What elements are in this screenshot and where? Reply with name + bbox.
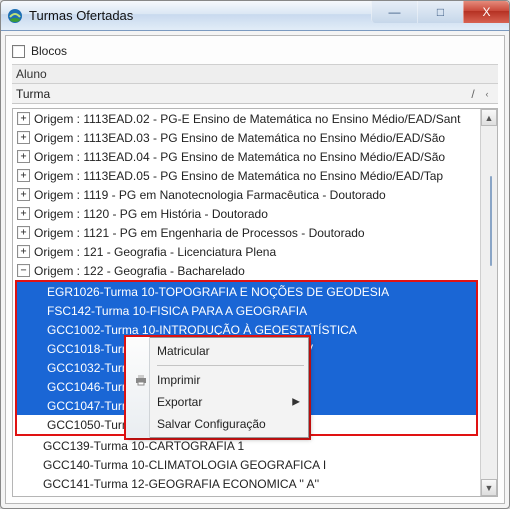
row-text: Origem : 1113EAD.02 - PG-E Ensino de Mat… (34, 112, 460, 126)
row-text: GCC141-Turma 12-GEOGRAFIA ECONOMICA '' A… (43, 477, 319, 491)
row-text: GCC140-Turma 10-CLIMATOLOGIA GEOGRAFICA … (43, 458, 326, 472)
expand-icon[interactable]: + (17, 245, 30, 258)
course-row-selected[interactable]: EGR1026-Turma 10-TOPOGRAFIA E NOÇÕES DE … (17, 282, 476, 301)
menu-item-imprimir[interactable]: Imprimir (129, 369, 306, 391)
column-narrower-icon: ‹ (480, 89, 494, 99)
title-bar[interactable]: Turmas Ofertadas — □ X (1, 1, 509, 31)
row-text: GCC139-Turma 10-CARTOGRAFIA 1 (43, 439, 244, 453)
printer-icon (133, 372, 149, 388)
row-text: Origem : 1113EAD.05 - PG Ensino de Matem… (34, 169, 443, 183)
tree-row-origem[interactable]: + Origem : 1113EAD.02 - PG-E Ensino de M… (13, 109, 480, 128)
row-text: EGR1026-Turma 10-TOPOGRAFIA E NOÇÕES DE … (47, 285, 389, 299)
course-row[interactable]: GCC141-Turma 12-GEOGRAFIA ECONOMICA '' A… (13, 474, 480, 493)
column-turma-label: Turma (16, 87, 466, 101)
context-menu: Matricular Imprimir Exportar ▶ Salvar Co… (126, 337, 309, 438)
window-buttons: — □ X (371, 1, 509, 23)
app-icon (7, 8, 23, 24)
window-root: Turmas Ofertadas — □ X Blocos Aluno Turm… (0, 0, 510, 509)
tree-row-origem[interactable]: + Origem : 1120 - PG em História - Douto… (13, 204, 480, 223)
row-text: Origem : 1119 - PG em Nanotecnologia Far… (34, 188, 386, 202)
tree-row-origem[interactable]: + Origem : 1113EAD.03 - PG Ensino de Mat… (13, 128, 480, 147)
menu-item-label: Imprimir (157, 373, 200, 387)
tree-row-origem-expanded[interactable]: − Origem : 122 - Geografia - Bacharelado (13, 261, 480, 280)
minimize-button[interactable]: — (371, 1, 417, 23)
tree-row-origem[interactable]: + Origem : 1121 - PG em Engenharia de Pr… (13, 223, 480, 242)
row-text: FSC142-Turma 10-FISICA PARA A GEOGRAFIA (47, 304, 307, 318)
menu-item-label: Matricular (157, 344, 210, 358)
tree-row-origem[interactable]: + Origem : 1113EAD.04 - PG Ensino de Mat… (13, 147, 480, 166)
expand-icon[interactable]: + (17, 169, 30, 182)
tree-row-origem[interactable]: + Origem : 121 - Geografia - Licenciatur… (13, 242, 480, 261)
menu-item-label: Salvar Configuração (157, 417, 266, 431)
column-mark: / (466, 87, 480, 101)
row-text: Origem : 121 - Geografia - Licenciatura … (34, 245, 276, 259)
menu-item-exportar[interactable]: Exportar ▶ (129, 391, 306, 413)
submenu-arrow-icon: ▶ (292, 397, 300, 408)
maximize-button[interactable]: □ (417, 1, 463, 23)
course-row[interactable]: GCC140-Turma 10-CLIMATOLOGIA GEOGRAFICA … (13, 455, 480, 474)
close-button[interactable]: X (463, 1, 509, 23)
menu-item-label: Exportar (157, 395, 202, 409)
expand-icon[interactable]: + (17, 207, 30, 220)
blocos-label: Blocos (31, 44, 67, 58)
tree-row-origem[interactable]: + Origem : 1113EAD.05 - PG Ensino de Mat… (13, 166, 480, 185)
context-menu-highlight: Matricular Imprimir Exportar ▶ Salvar Co… (124, 335, 311, 440)
menu-item-salvar-config[interactable]: Salvar Configuração (129, 413, 306, 435)
row-text: Origem : 1113EAD.03 - PG Ensino de Matem… (34, 131, 445, 145)
course-row-selected[interactable]: FSC142-Turma 10-FISICA PARA A GEOGRAFIA (17, 301, 476, 320)
row-text: Origem : 1121 - PG em Engenharia de Proc… (34, 226, 365, 240)
expand-icon[interactable]: + (17, 150, 30, 163)
blocos-checkbox[interactable] (12, 45, 25, 58)
collapse-icon[interactable]: − (17, 264, 30, 277)
scroll-thumb[interactable] (490, 176, 492, 266)
blocos-row: Blocos (12, 40, 498, 62)
row-text: Origem : 1120 - PG em História - Doutora… (34, 207, 268, 221)
column-header[interactable]: Turma / ‹ (12, 84, 498, 104)
tree-row-origem[interactable]: + Origem : 1119 - PG em Nanotecnologia F… (13, 185, 480, 204)
expand-icon[interactable]: + (17, 131, 30, 144)
menu-item-matricular[interactable]: Matricular (129, 340, 306, 362)
scroll-down-button[interactable]: ▼ (481, 479, 497, 496)
expand-icon[interactable]: + (17, 226, 30, 239)
expand-icon[interactable]: + (17, 112, 30, 125)
vertical-scrollbar[interactable]: ▲ ▼ (480, 109, 497, 496)
row-text: Origem : 122 - Geografia - Bacharelado (34, 264, 245, 278)
scroll-up-button[interactable]: ▲ (481, 109, 497, 126)
aluno-label: Aluno (12, 64, 498, 84)
row-text: Origem : 1113EAD.04 - PG Ensino de Matem… (34, 150, 445, 164)
expand-icon[interactable]: + (17, 188, 30, 201)
menu-separator (157, 365, 304, 366)
